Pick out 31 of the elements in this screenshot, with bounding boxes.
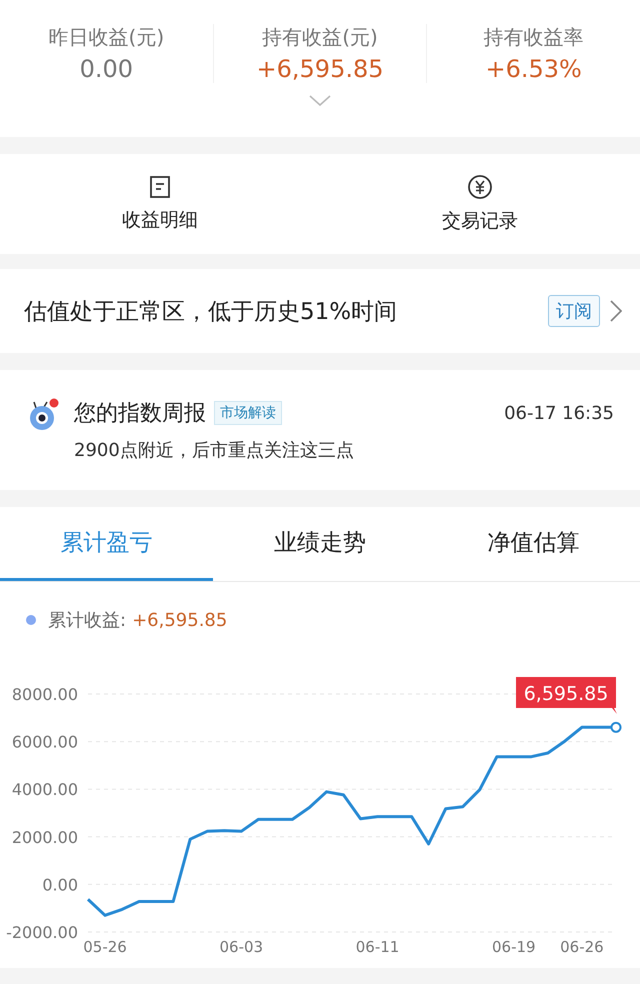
axis-label: 06-11 [356, 938, 400, 956]
action-button[interactable]: 收益明细 [0, 175, 320, 233]
report-summary[interactable]: 2900点附近，后市重点关注这三点 [74, 438, 614, 462]
subscribe-button[interactable]: 订阅 [548, 295, 600, 327]
stat-label: 昨日收益(元) [48, 24, 164, 51]
axis-label: -2000.00 [6, 923, 78, 942]
stat-value: +6,595.85 [256, 55, 384, 83]
action-button[interactable]: 交易记录 [320, 174, 640, 234]
chart-tab[interactable]: 业绩走势 [213, 507, 427, 581]
stat-value: +6.53% [486, 55, 582, 83]
chart-tab[interactable]: 累计盈亏 [0, 507, 214, 581]
legend-label: 累计收益: [48, 609, 126, 632]
value-tooltip: 6,595.85 [516, 677, 617, 714]
report-title[interactable]: 您的指数周报 [74, 398, 206, 428]
stat-label: 持有收益(元) [262, 24, 378, 51]
axis-label: 06-26 [560, 938, 604, 956]
axis-label: 8000.00 [12, 685, 78, 704]
report-time: 06-17 16:35 [504, 402, 614, 424]
axis-label: 0.00 [42, 875, 78, 894]
axis-label: 05-26 [83, 938, 127, 956]
axis-label: 6000.00 [12, 732, 78, 752]
axis-label: 06-19 [492, 938, 536, 956]
legend-value: +6,595.85 [132, 610, 228, 630]
axis-label: 4000.00 [12, 780, 78, 800]
chart-tab[interactable]: 净值估算 [426, 507, 640, 581]
axis-label: 06-03 [220, 938, 264, 956]
report-tag: 市场解读 [214, 401, 282, 425]
stat-label: 持有收益率 [484, 24, 584, 51]
valuation-text: 估值处于正常区，低于历史51%时间 [24, 298, 398, 326]
axis-label: 2000.00 [12, 828, 78, 847]
stat-value: 0.00 [80, 55, 134, 83]
